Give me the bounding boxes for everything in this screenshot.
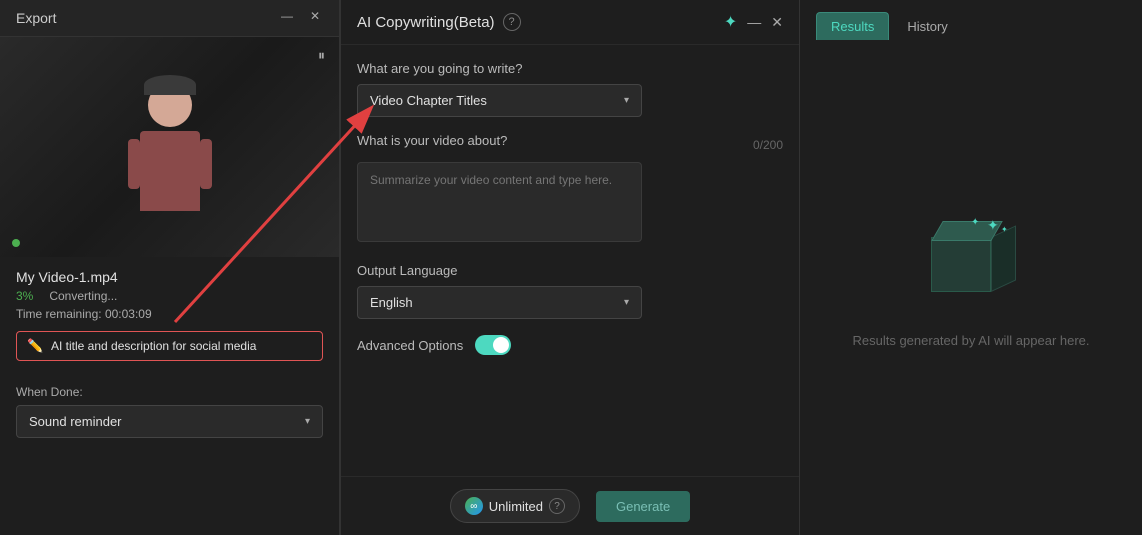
person-head [148, 83, 192, 127]
tab-results[interactable]: Results [816, 12, 889, 40]
pause-icon[interactable]: ⏸ [318, 47, 325, 64]
chevron-down-icon: ▾ [624, 297, 629, 308]
language-dropdown[interactable]: English ▾ [357, 286, 642, 319]
sparkle-1: ✦ [987, 217, 999, 234]
export-header: Export — ✕ [0, 0, 339, 37]
results-content: ✦ ✦ ✦ Results generated by AI will appea… [800, 40, 1142, 525]
sparkle-3: ✦ [971, 217, 979, 228]
about-label: What is your video about? [357, 133, 507, 148]
time-remaining-label: Time remaining: [16, 307, 102, 321]
advanced-options-row: Advanced Options [357, 335, 783, 355]
language-section: Output Language English ▾ [357, 263, 783, 319]
about-label-row: What is your video about? 0/200 [357, 133, 783, 156]
video-preview: ⏸ [0, 37, 339, 257]
ai-panel-title-text: AI Copywriting(Beta) [357, 14, 495, 31]
export-window-controls: — ✕ [279, 8, 323, 24]
when-done-section: When Done: Sound reminder ▾ [0, 385, 339, 438]
panel-minimize-icon[interactable]: — [747, 14, 761, 30]
time-remaining: Time remaining: 00:03:09 [16, 307, 323, 321]
language-label: Output Language [357, 263, 783, 278]
write-type-dropdown[interactable]: Video Chapter Titles ▾ [357, 84, 642, 117]
ai-suggestion-button[interactable]: ✏️ AI title and description for social m… [16, 331, 323, 361]
video-info: My Video-1.mp4 3% Converting... Time rem… [0, 257, 339, 385]
chevron-down-icon: ▾ [305, 416, 310, 427]
advanced-options-label: Advanced Options [357, 338, 463, 353]
about-section: What is your video about? 0/200 [357, 133, 783, 247]
ai-panel-footer: ∞ Unlimited ? Generate [341, 476, 799, 535]
language-value: English [370, 295, 413, 310]
unlimited-icon: ∞ [465, 497, 483, 515]
video-converting: Converting... [49, 289, 117, 303]
help-icon[interactable]: ? [503, 13, 521, 31]
about-textarea[interactable] [357, 162, 642, 242]
close-button[interactable]: ✕ [307, 8, 323, 24]
ai-suggestion-label: AI title and description for social medi… [51, 339, 256, 353]
panel-close-icon[interactable]: ✕ [771, 14, 783, 31]
unlimited-help-icon[interactable]: ? [549, 498, 565, 514]
sparkle-2: ✦ [1001, 225, 1008, 234]
video-filename: My Video-1.mp4 [16, 269, 323, 285]
results-tabs: Results History [800, 0, 1142, 40]
ai-copywriting-panel: AI Copywriting(Beta) ? ✦ — ✕ What are yo… [340, 0, 800, 535]
video-percent: 3% [16, 289, 33, 303]
results-empty-text: Results generated by AI will appear here… [852, 333, 1089, 348]
export-panel: Export — ✕ ⏸ My Video-1.mp4 3% Convertin… [0, 0, 340, 535]
ai-panel-title-group: AI Copywriting(Beta) ? [357, 13, 521, 31]
box-side [991, 225, 1016, 292]
unlimited-button[interactable]: ∞ Unlimited ? [450, 489, 580, 523]
box-front [931, 237, 991, 292]
ai-pen-icon: ✏️ [27, 338, 43, 354]
time-remaining-value: 00:03:09 [105, 307, 152, 321]
advanced-options-toggle[interactable] [475, 335, 511, 355]
write-label: What are you going to write? [357, 61, 783, 76]
box-illustration: ✦ ✦ ✦ [911, 217, 1031, 317]
when-done-dropdown[interactable]: Sound reminder ▾ [16, 405, 323, 438]
video-thumbnail [0, 37, 339, 257]
write-type-value: Video Chapter Titles [370, 93, 487, 108]
unlimited-label: Unlimited [489, 499, 543, 514]
when-done-value: Sound reminder [29, 414, 122, 429]
tab-history[interactable]: History [893, 13, 961, 40]
results-panel: Results History ✦ ✦ ✦ Results generated … [800, 0, 1142, 535]
pin-icon[interactable]: ✦ [724, 12, 737, 32]
chevron-down-icon: ▾ [624, 95, 629, 106]
minimize-button[interactable]: — [279, 8, 295, 24]
write-section: What are you going to write? Video Chapt… [357, 61, 783, 117]
toggle-knob [493, 337, 509, 353]
status-dot [12, 239, 20, 247]
when-done-label: When Done: [16, 385, 323, 399]
person-body [140, 131, 200, 211]
panel-controls: ✦ — ✕ [724, 12, 783, 32]
generate-button[interactable]: Generate [596, 491, 690, 522]
char-count: 0/200 [753, 138, 783, 152]
export-title: Export [16, 10, 56, 26]
ai-panel-header: AI Copywriting(Beta) ? ✦ — ✕ [341, 0, 799, 45]
video-status-row: 3% Converting... [16, 289, 323, 303]
ai-panel-content: What are you going to write? Video Chapt… [341, 45, 799, 470]
